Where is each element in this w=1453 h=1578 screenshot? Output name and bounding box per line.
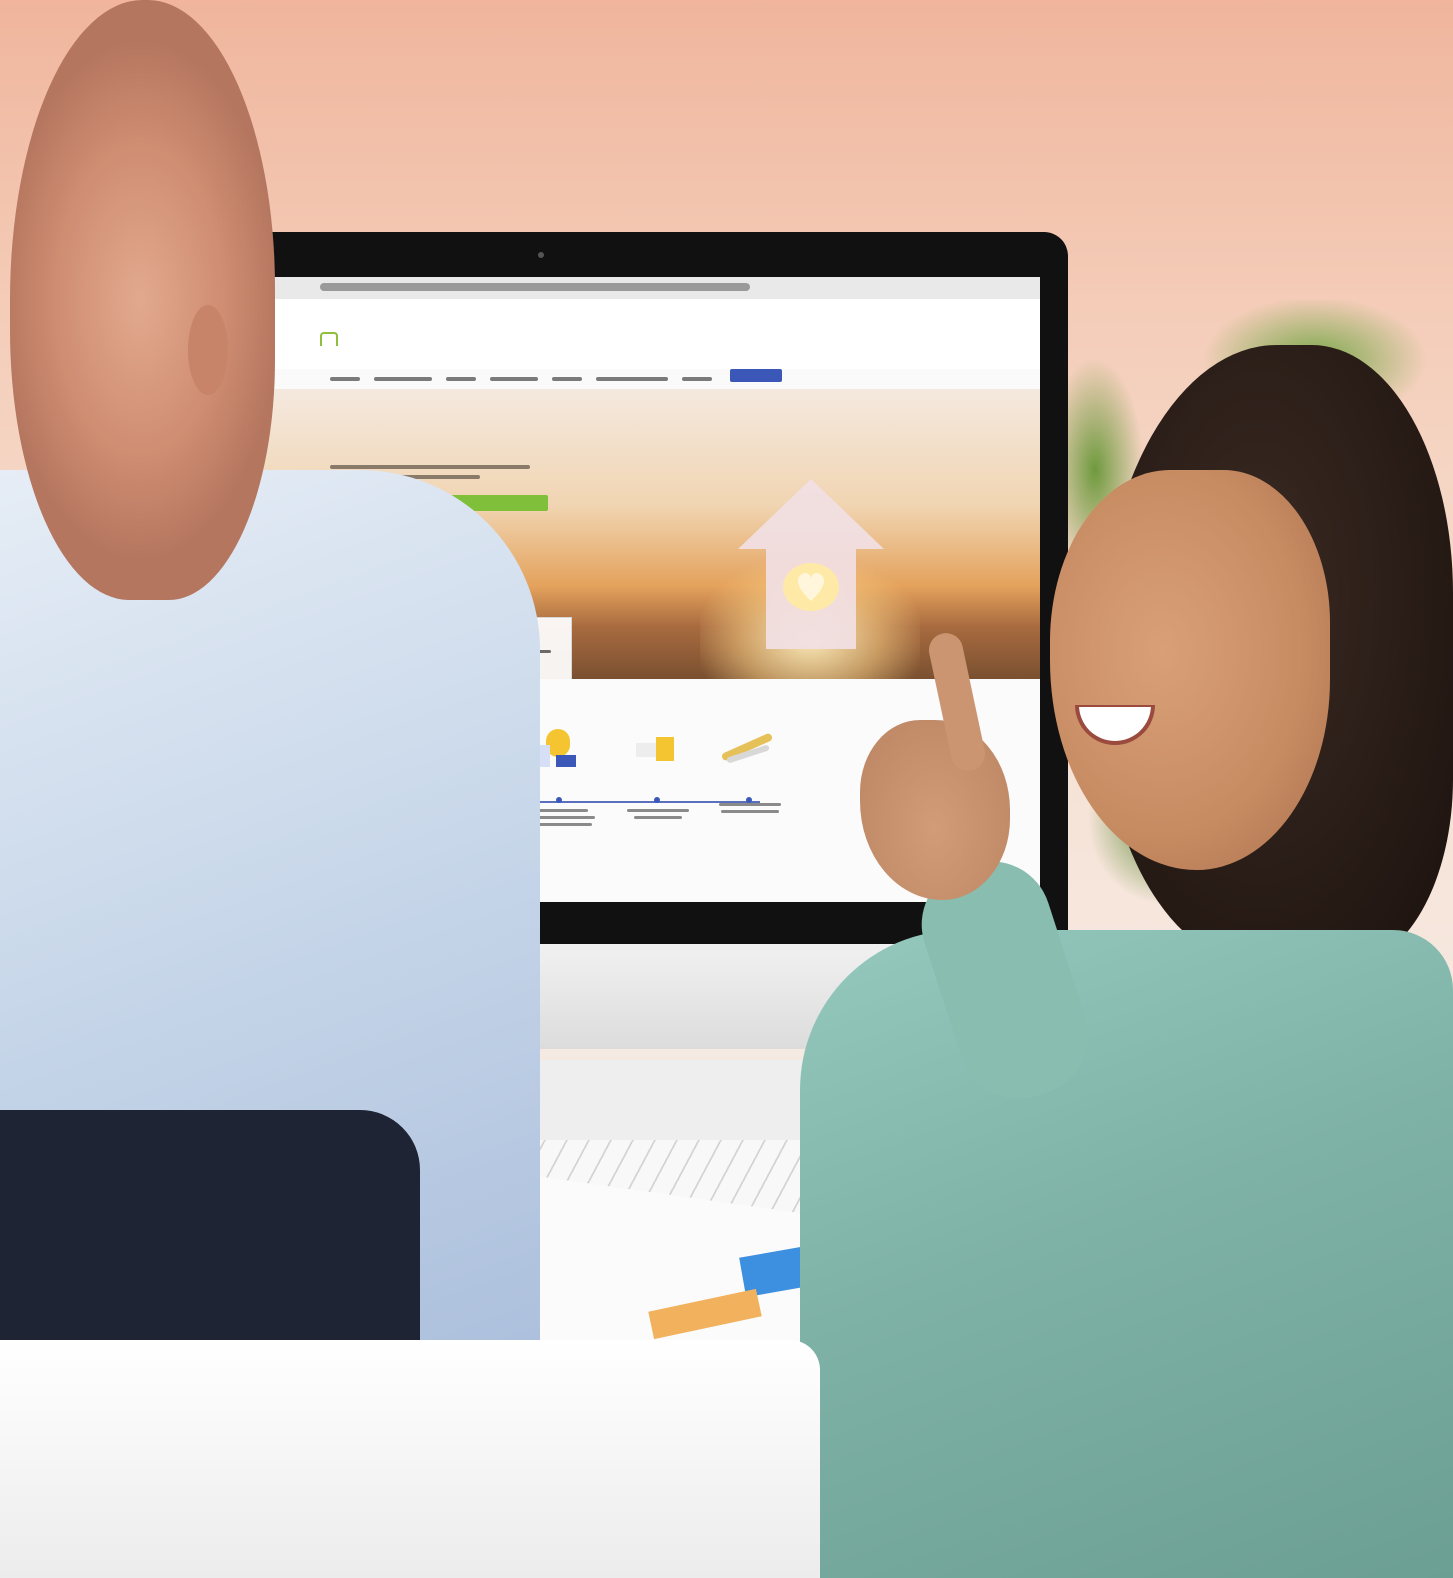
step-marker: [746, 797, 752, 803]
step-5: [710, 729, 790, 817]
webcam-icon: [538, 252, 544, 258]
woman-sweater: [800, 930, 1453, 1578]
step-4: [618, 729, 698, 823]
nav-item[interactable]: [596, 377, 668, 381]
nav-item[interactable]: [330, 377, 360, 381]
hero-text: [330, 465, 530, 469]
handshake-icon: [710, 729, 790, 773]
step-text: [721, 810, 779, 813]
step-text: [719, 803, 781, 806]
nav-item[interactable]: [374, 377, 432, 381]
step-text: [634, 816, 682, 819]
step-text: [627, 809, 689, 812]
step-marker: [556, 797, 562, 803]
step-marker: [654, 797, 660, 803]
paper-house-icon: [738, 479, 884, 649]
nav-item[interactable]: [552, 377, 582, 381]
house-logo-icon: [320, 332, 338, 346]
folder-icon: [618, 729, 698, 773]
header-cta-button[interactable]: [730, 369, 782, 382]
nav-item[interactable]: [682, 377, 712, 381]
man-ear: [188, 305, 228, 395]
website-header: [210, 299, 1040, 381]
nav-item[interactable]: [446, 377, 476, 381]
white-chair: [0, 1340, 820, 1578]
site-navigation: [330, 377, 712, 381]
man-head: [10, 0, 275, 600]
step-text: [532, 809, 588, 812]
browser-toolbar: [210, 277, 1040, 300]
photo-scene: [0, 0, 1453, 1578]
site-logo[interactable]: [320, 332, 340, 346]
address-bar[interactable]: [320, 283, 750, 291]
nav-item[interactable]: [490, 377, 538, 381]
